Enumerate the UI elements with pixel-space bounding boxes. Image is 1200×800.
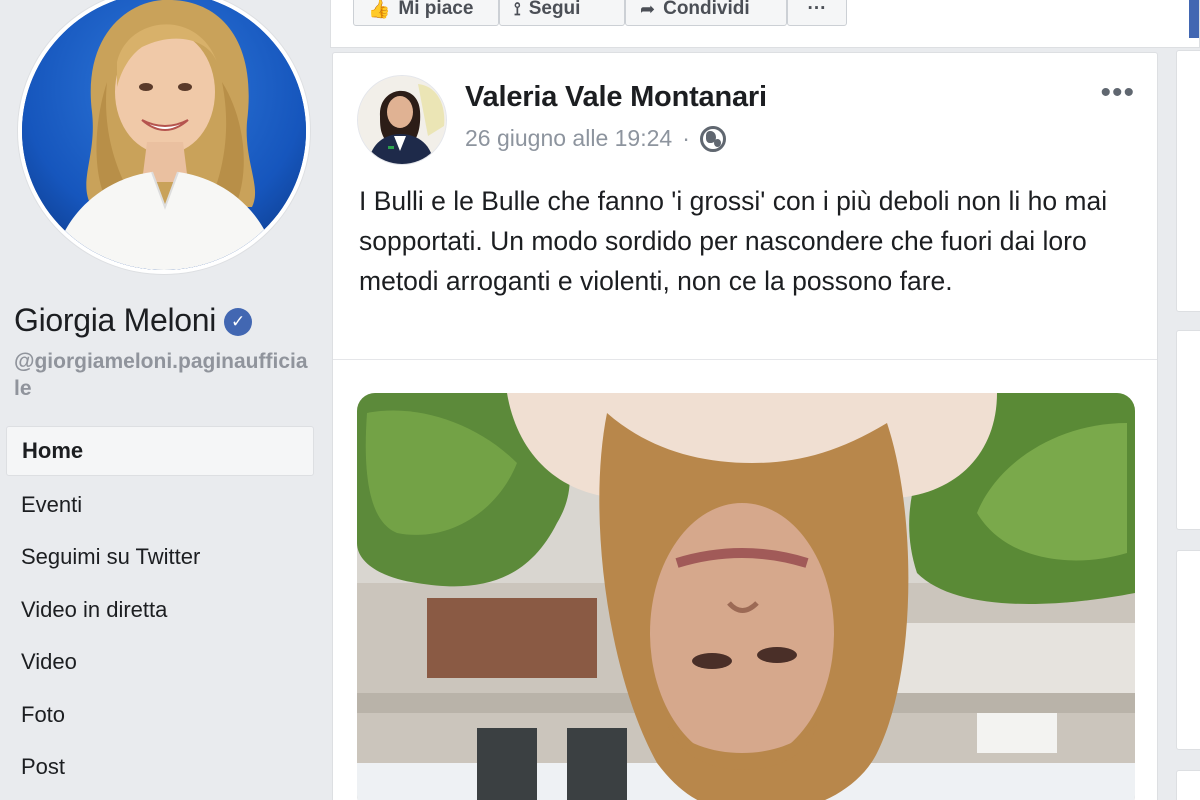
nav-item-twitter[interactable]: Seguimi su Twitter xyxy=(6,531,314,584)
post-body-text: I Bulli e le Bulle che fanno 'i grossi' … xyxy=(359,186,1108,296)
like-page-button[interactable]: 👍 Mi piace xyxy=(353,0,499,26)
share-arrow-icon: ➦ xyxy=(640,0,656,19)
post-divider xyxy=(333,359,1157,360)
post-card: Valeria Vale Montanari 26 giugno alle 19… xyxy=(332,52,1158,800)
page-profile-picture[interactable] xyxy=(18,0,310,274)
author-avatar[interactable] xyxy=(357,75,447,165)
page-title-row: Giorgia Meloni ✓ xyxy=(14,302,253,339)
post-more-options-button[interactable]: ••• xyxy=(1100,78,1135,108)
page-username[interactable]: @giorgiameloni.paginaufficiale xyxy=(14,348,309,402)
nav-item-eventi[interactable]: Eventi xyxy=(6,479,314,532)
nav-item-live-video[interactable]: Video in diretta xyxy=(6,584,314,637)
nav-item-foto[interactable]: Foto xyxy=(6,689,314,742)
post-timestamp[interactable]: 26 giugno alle 19:24 xyxy=(465,125,672,152)
page-navigation: Home Eventi Seguimi su Twitter Video in … xyxy=(6,426,314,794)
profile-portrait-image xyxy=(22,0,306,270)
share-page-label: Condividi xyxy=(663,0,750,19)
share-page-button[interactable]: ➦ Condividi xyxy=(625,0,787,26)
upside-down-video-frame xyxy=(357,393,1135,800)
follow-page-label: Segui xyxy=(528,0,581,19)
more-actions-button[interactable]: ··· xyxy=(787,0,847,26)
right-card-1 xyxy=(1176,50,1200,312)
post-video-thumbnail[interactable] xyxy=(357,393,1135,800)
globe-icon[interactable] xyxy=(699,125,726,152)
post-author-name[interactable]: Valeria Vale Montanari xyxy=(465,81,767,114)
verified-badge-icon: ✓ xyxy=(224,308,253,336)
page-action-bar: 👍 Mi piace ⟟ Segui ➦ Condividi ··· xyxy=(330,0,1200,48)
meta-separator: · xyxy=(682,125,690,151)
post-meta: 26 giugno alle 19:24 · xyxy=(465,125,726,152)
nav-item-home[interactable]: Home xyxy=(6,426,314,476)
more-actions-label: ··· xyxy=(807,0,827,19)
right-card-4 xyxy=(1176,770,1200,800)
right-card-3 xyxy=(1176,550,1200,750)
nav-item-video[interactable]: Video xyxy=(6,636,314,689)
nav-item-post[interactable]: Post xyxy=(6,741,314,794)
rss-follow-icon: ⟟ xyxy=(514,0,521,19)
follow-page-button[interactable]: ⟟ Segui xyxy=(499,0,625,26)
author-avatar-image xyxy=(358,76,446,164)
right-sidebar xyxy=(1176,0,1200,800)
thumbs-up-icon: 👍 xyxy=(368,0,391,19)
right-card-2 xyxy=(1176,330,1200,530)
like-page-label: Mi piace xyxy=(398,0,474,19)
page-sidebar: Giorgia Meloni ✓ @giorgiameloni.paginauf… xyxy=(0,0,322,800)
page-title[interactable]: Giorgia Meloni xyxy=(14,302,216,339)
